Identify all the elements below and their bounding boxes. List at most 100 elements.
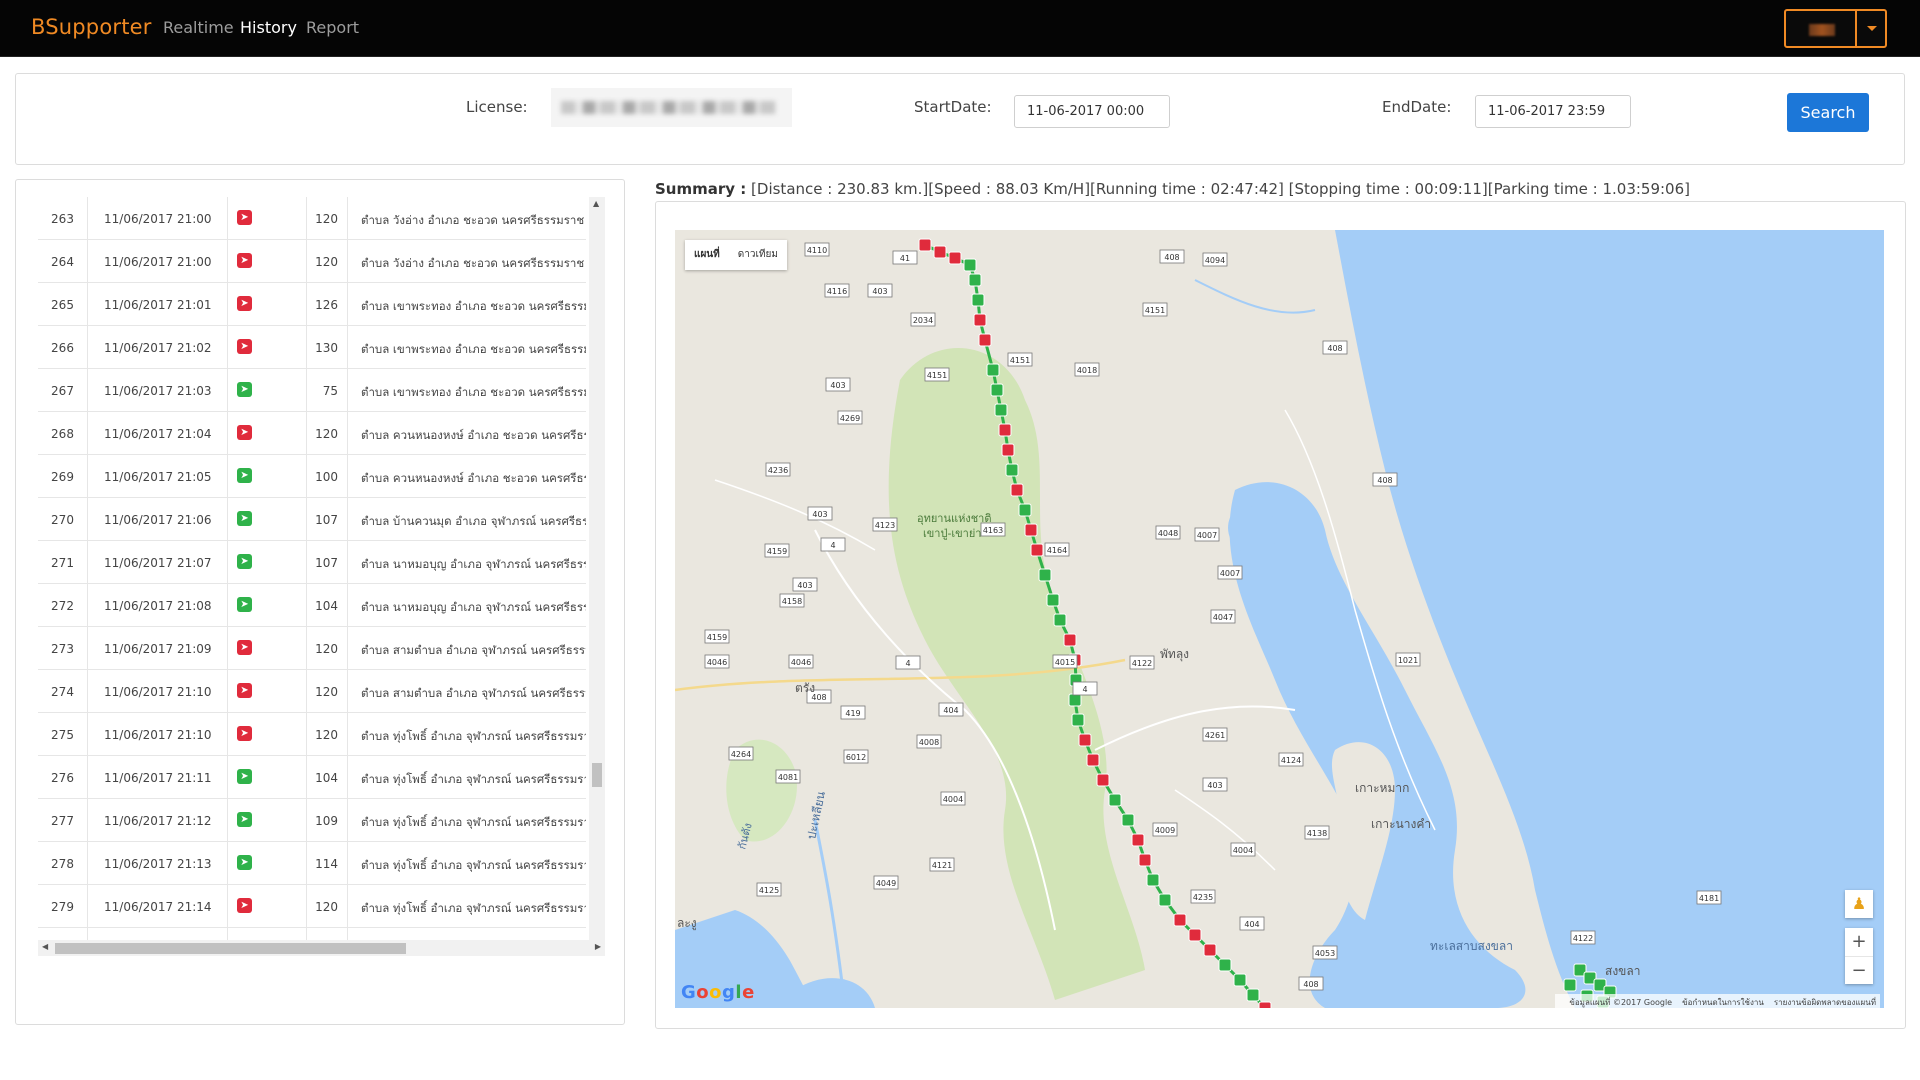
scrollbar-thumb[interactable]: [592, 763, 602, 787]
scroll-left-icon[interactable]: ◀: [42, 942, 48, 951]
overspeed-marker[interactable]: [918, 238, 932, 252]
route-marker[interactable]: [1121, 813, 1135, 827]
route-marker[interactable]: [1246, 988, 1260, 1002]
route-marker[interactable]: [1071, 713, 1085, 727]
overspeed-marker[interactable]: [933, 245, 947, 259]
nav-history[interactable]: History: [240, 18, 297, 37]
table-row[interactable]: 264 11/06/2017 21:00 120 ตำบล วังอ่าง อำเภอ…: [38, 240, 586, 283]
route-marker[interactable]: [1018, 503, 1032, 517]
route-map[interactable]: 4110 41 408 4094 4116 403 2034 4151 4151 408 4018 4…: [675, 230, 1884, 1008]
table-row[interactable]: 273 11/06/2017 21:09 120 ตำบล สามตำบล อำเภอ…: [38, 627, 586, 670]
user-dropdown-toggle[interactable]: [1856, 9, 1887, 48]
overspeed-marker[interactable]: [948, 251, 962, 265]
overspeed-icon: ➤: [237, 339, 252, 354]
zoom-in-button[interactable]: +: [1845, 928, 1873, 956]
google-logo[interactable]: Google: [681, 982, 755, 1003]
route-marker[interactable]: [994, 403, 1008, 417]
road-number: 4047: [1213, 613, 1233, 622]
route-marker[interactable]: [986, 363, 1000, 377]
table-row[interactable]: 263 11/06/2017 21:00 120 ตำบล วังอ่าง อำเภอ…: [38, 197, 586, 240]
overspeed-marker[interactable]: [1024, 523, 1038, 537]
route-marker[interactable]: [1038, 568, 1052, 582]
overspeed-marker[interactable]: [1078, 733, 1092, 747]
route-marker[interactable]: [963, 258, 977, 272]
overspeed-marker[interactable]: [1030, 543, 1044, 557]
route-marker[interactable]: [1108, 793, 1122, 807]
overspeed-marker[interactable]: [973, 313, 987, 327]
route-marker[interactable]: [1068, 693, 1082, 707]
table-row[interactable]: 274 11/06/2017 21:10 120 ตำบล สามตำบล อำเภอ…: [38, 670, 586, 713]
zoom-out-button[interactable]: −: [1845, 956, 1873, 984]
road-shield: 4164: [1044, 542, 1070, 557]
nav-report[interactable]: Report: [306, 18, 359, 37]
end-date-input[interactable]: 11-06-2017 23:59: [1475, 95, 1631, 128]
road-shield: 404: [938, 702, 964, 717]
row-time: 11/06/2017 21:03: [104, 384, 212, 398]
table-row[interactable]: 268 11/06/2017 21:04 120 ตำบล ควนหนองหงษ์ อ…: [38, 412, 586, 455]
overspeed-marker[interactable]: [1086, 753, 1100, 767]
table-row[interactable]: 270 11/06/2017 21:06 107 ตำบล บ้านควนมุด อำ…: [38, 498, 586, 541]
table-vertical-scrollbar[interactable]: ▲ ▼: [589, 197, 605, 955]
table-row[interactable]: 277 11/06/2017 21:12 109 ตำบล ทุ่งโพธิ์ อำเ…: [38, 799, 586, 842]
row-number: 275: [51, 728, 74, 742]
row-speed: 120: [315, 728, 338, 742]
overspeed-marker[interactable]: [1001, 443, 1015, 457]
table-row[interactable]: 267 11/06/2017 21:03 75 ตำบล เขาพระทอง อำเภ…: [38, 369, 586, 412]
road-number: 4009: [1155, 826, 1175, 835]
table-row[interactable]: 269 11/06/2017 21:05 100 ตำบล ควนหนองหงษ์ อ…: [38, 455, 586, 498]
brand-logo[interactable]: BSupporter: [31, 15, 152, 39]
route-marker[interactable]: [971, 293, 985, 307]
license-select[interactable]: [551, 88, 792, 127]
report-error-link[interactable]: รายงานข้อผิดพลาดของแผนที่: [1774, 998, 1876, 1007]
user-account-button[interactable]: [1784, 9, 1857, 48]
start-date-input[interactable]: 11-06-2017 00:00: [1014, 95, 1170, 128]
table-horizontal-scrollbar[interactable]: ◀ ▶: [38, 940, 605, 956]
place-label: ตรัง: [795, 681, 815, 695]
overspeed-marker[interactable]: [1258, 1001, 1272, 1008]
table-row[interactable]: 279 11/06/2017 21:14 120 ตำบล ทุ่งโพธิ์ อำเ…: [38, 885, 586, 928]
terms-link[interactable]: ข้อกำหนดในการใช้งาน: [1682, 998, 1764, 1007]
overspeed-marker[interactable]: [1063, 633, 1077, 647]
map-type-satellite[interactable]: ดาวเทียม: [729, 240, 787, 270]
table-row[interactable]: 266 11/06/2017 21:02 130 ตำบล เขาพระทอง อำเ…: [38, 326, 586, 369]
table-row[interactable]: 265 11/06/2017 21:01 126 ตำบล เขาพระทอง อำเ…: [38, 283, 586, 326]
overspeed-marker[interactable]: [1131, 833, 1145, 847]
table-row[interactable]: 271 11/06/2017 21:07 107 ตำบล นาหมอบุญ อำเภ…: [38, 541, 586, 584]
table-row[interactable]: 276 11/06/2017 21:11 104 ตำบล ทุ่งโพธิ์ อำเ…: [38, 756, 586, 799]
route-marker[interactable]: [1563, 978, 1577, 992]
scroll-up-icon[interactable]: ▲: [593, 199, 599, 208]
map-canvas[interactable]: 4110 41 408 4094 4116 403 2034 4151 4151 408 4018 4…: [675, 230, 1884, 1008]
overspeed-marker[interactable]: [998, 423, 1012, 437]
map-type-roadmap[interactable]: แผนที่: [685, 240, 729, 270]
nav-realtime[interactable]: Realtime: [163, 18, 234, 37]
history-table: 263 11/06/2017 21:00 120 ตำบล วังอ่าง อำเภอ…: [38, 197, 586, 955]
overspeed-marker[interactable]: [1138, 853, 1152, 867]
route-marker[interactable]: [1005, 463, 1019, 477]
table-row[interactable]: 278 11/06/2017 21:13 114 ตำบล ทุ่งโพธิ์ อำเ…: [38, 842, 586, 885]
route-marker[interactable]: [1218, 958, 1232, 972]
road-number: 404: [1244, 920, 1259, 929]
license-value: [561, 101, 776, 114]
overspeed-marker[interactable]: [978, 333, 992, 347]
road-shield: 4007: [1217, 565, 1243, 580]
table-row[interactable]: 275 11/06/2017 21:10 120 ตำบล ทุ่งโพธิ์ อำเ…: [38, 713, 586, 756]
overspeed-marker[interactable]: [1188, 928, 1202, 942]
scroll-right-icon[interactable]: ▶: [595, 942, 601, 951]
search-button[interactable]: Search: [1787, 93, 1869, 132]
route-marker[interactable]: [1158, 893, 1172, 907]
table-row[interactable]: 272 11/06/2017 21:08 104 ตำบล นาหมอบุญ อำเภ…: [38, 584, 586, 627]
overspeed-marker[interactable]: [1096, 773, 1110, 787]
overspeed-marker[interactable]: [1203, 943, 1217, 957]
road-number: 4122: [1573, 934, 1593, 943]
route-marker[interactable]: [968, 273, 982, 287]
route-marker[interactable]: [1146, 873, 1160, 887]
street-view-pegman-icon[interactable]: ♟: [1845, 890, 1873, 918]
overspeed-marker[interactable]: [1010, 483, 1024, 497]
route-marker[interactable]: [1046, 593, 1060, 607]
overspeed-marker[interactable]: [1173, 913, 1187, 927]
scrollbar-thumb[interactable]: [55, 943, 406, 954]
route-marker[interactable]: [990, 383, 1004, 397]
row-number: 263: [51, 212, 74, 226]
route-marker[interactable]: [1233, 973, 1247, 987]
route-marker[interactable]: [1053, 613, 1067, 627]
